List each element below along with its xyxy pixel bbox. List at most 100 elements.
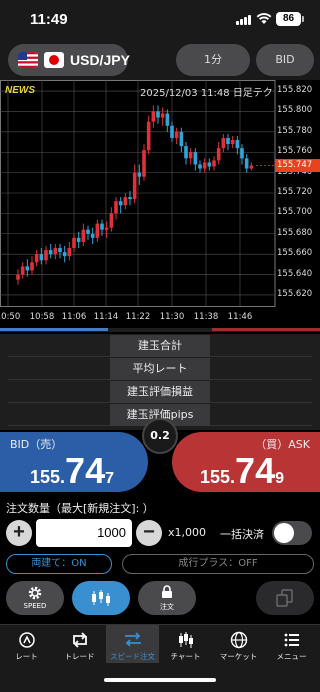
nav-market-label: マーケット [219,652,258,661]
candle-body [165,113,170,126]
candle-body [221,137,226,149]
candle-body [193,152,198,165]
currency-pair-selector[interactable]: USD/JPY [8,44,130,76]
chart-toggle-button[interactable] [72,581,130,615]
candle-body [104,227,109,230]
ask-price-suffix: 9 [275,470,284,487]
gear-icon [28,586,42,600]
ask-price: 155.749 [200,450,284,492]
candle-body [25,266,30,271]
candle-body [53,248,58,255]
candle-body [76,237,81,242]
candle-body [156,111,160,118]
nav-rate[interactable]: レート [0,625,53,663]
candle-body [235,140,240,149]
hedging-toggle[interactable]: 両建て：ON [6,554,112,574]
candle-body [198,164,202,169]
menu-icon [284,633,299,647]
quantity-input[interactable]: 1000 [36,519,132,547]
candle-body [81,229,86,242]
layers-icon [276,589,293,607]
extra-action-button[interactable] [256,581,314,615]
market-plus-toggle[interactable]: 成行プラス：OFF [122,554,314,574]
order-label: 注文 [160,603,174,611]
stat-unrealized-pl: 建玉評価損益 [110,381,210,403]
ask-price-prefix: 155. [200,467,236,487]
nav-menu[interactable]: メニュー [265,625,318,663]
rate-icon [18,632,35,648]
pager-active [0,328,108,331]
pager-indicator [0,328,320,332]
candle-body [30,262,34,271]
candle-body [142,150,146,177]
x-tick-label: 10:58 [29,312,55,322]
candle-body [244,158,249,169]
y-tick-label: 155.620 [277,288,313,299]
candlestick-icon [92,590,110,606]
ask-buy-button[interactable]: （買）ASK 155.749 [172,432,320,492]
stat-row: 平均レート [8,358,312,380]
x-tick-label: 10:50 [0,312,21,322]
candle-body [34,254,39,263]
candle-body [151,111,156,122]
chart-icon [178,632,193,648]
x-tick-label: 11:38 [193,312,219,322]
decrease-quantity-button[interactable]: − [136,520,162,546]
y-tick-label: 155.780 [277,125,313,136]
candle-body [114,201,118,214]
timeframe-button[interactable]: 1分 [176,44,250,76]
status-bar: 11:49 86 [0,0,320,40]
candle-body [184,146,188,159]
order-lock-button[interactable]: 注文 [138,581,196,615]
candle-body [230,140,235,145]
pager-right [212,328,320,331]
candle-body [216,148,221,161]
spread-badge: 0.2 [142,418,178,454]
increase-quantity-button[interactable]: + [6,520,32,546]
speed-label: SPEED [23,602,47,610]
status-time: 11:49 [30,11,68,28]
y-tick-label: 155.640 [277,268,313,279]
candle-body [170,125,174,138]
wifi-icon [256,13,272,24]
stat-row: 建玉合計 [8,335,312,357]
candle-body [128,197,132,200]
speed-settings-button[interactable]: SPEED [6,581,64,615]
current-price-tag: 155.747 [275,159,320,173]
nav-menu-label: メニュー [276,652,307,661]
price-side-button[interactable]: BID [256,44,314,76]
bid-price-prefix: 155. [30,467,66,487]
y-tick-label: 155.680 [277,227,313,238]
nav-market[interactable]: マーケット [212,625,265,663]
nav-speed-order[interactable]: スピード注文 [106,625,159,663]
bulk-settlement-label: 一括決済 [220,528,264,541]
nav-trade[interactable]: トレード [53,625,106,663]
bid-price-suffix: 7 [105,470,114,487]
y-tick-label: 155.800 [277,105,313,116]
candle-body [240,148,244,159]
bulk-settlement-toggle[interactable] [272,521,312,545]
price-chart[interactable]: NEWS 2025/12/03 11:48 日足テク 155.820 155.80… [0,80,320,328]
signal-icon [236,15,252,25]
candle-body [72,237,76,249]
nav-rate-label: レート [15,652,38,661]
candle-body [226,137,230,145]
candle-body [20,266,25,275]
nav-chart[interactable]: チャート [159,625,212,663]
pair-label: USD/JPY [70,52,130,68]
us-flag-icon [18,52,38,68]
bid-price-main: 74 [65,450,106,491]
x-tick-label: 11:14 [93,312,119,322]
globe-icon [230,631,247,649]
candle-body [179,131,184,147]
candle-body [109,213,114,228]
header: USD/JPY 1分 BID [0,40,320,80]
candle-body [188,152,193,159]
nav-speed-order-label: スピード注文 [110,652,155,661]
y-tick-label: 155.660 [277,248,313,259]
candle-body [44,250,48,261]
candle-body [212,160,216,167]
bid-sell-button[interactable]: BID（売） 155.747 [0,432,148,492]
news-tag[interactable]: NEWS [5,85,35,96]
candle-body [118,201,123,206]
